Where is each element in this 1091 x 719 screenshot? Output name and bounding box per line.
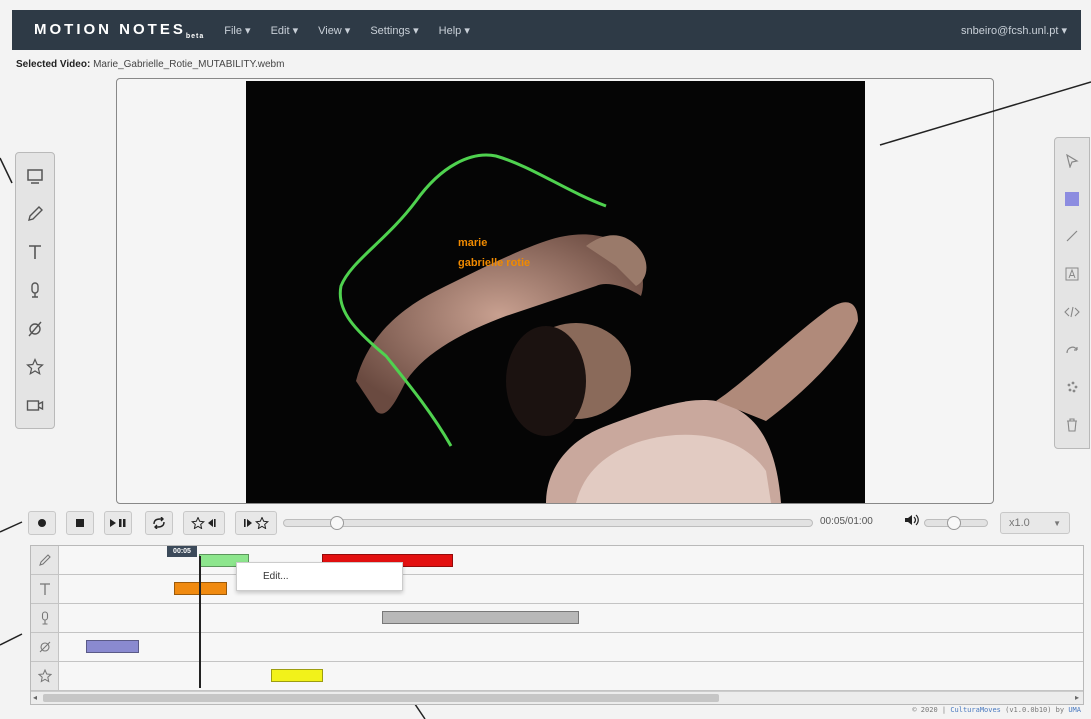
menu-file[interactable]: File ▾	[224, 24, 250, 37]
track-row-audio	[31, 604, 1083, 633]
star-track-icon	[31, 662, 59, 690]
fill-color-icon[interactable]	[1058, 185, 1086, 213]
footer: © 2020 | CulturaMoves (v1.0.0b10) by UMA	[912, 706, 1081, 714]
next-bookmark-button[interactable]	[235, 511, 277, 535]
chevron-down-icon: ▼	[1053, 518, 1061, 528]
volume-icon[interactable]	[904, 514, 920, 529]
rectangle-icon[interactable]	[20, 161, 50, 191]
cursor-icon[interactable]	[1058, 147, 1086, 175]
volume-slider[interactable]	[924, 516, 988, 530]
loop-button[interactable]	[145, 511, 173, 535]
trash-icon[interactable]	[1058, 411, 1086, 439]
timeline: 00:05 ◂ ▸	[30, 545, 1084, 705]
play-pause-button[interactable]	[104, 511, 132, 535]
time-display: 00:05/01:00	[820, 516, 873, 527]
line-icon[interactable]	[1058, 222, 1086, 250]
menu-view[interactable]: View ▾	[318, 24, 350, 37]
audio-clip[interactable]	[382, 611, 579, 624]
video-annotation-text-2[interactable]: gabrielle rotie	[458, 257, 530, 269]
text-box-icon[interactable]	[1058, 260, 1086, 288]
top-navbar: MOTION NOTESbeta File ▾ Edit ▾ View ▾ Se…	[12, 10, 1081, 50]
path-icon[interactable]	[20, 314, 50, 344]
code-icon[interactable]	[1058, 298, 1086, 326]
video-player[interactable]: marie gabrielle rotie	[246, 81, 865, 503]
text-track-icon	[31, 575, 59, 603]
scroll-right-icon[interactable]: ▸	[1075, 693, 1079, 702]
selected-video-filename: Marie_Gabrielle_Rotie_MUTABILITY.webm	[93, 59, 285, 70]
track-row-path	[31, 633, 1083, 662]
redo-icon[interactable]	[1058, 336, 1086, 364]
menu-help[interactable]: Help ▾	[439, 24, 470, 37]
star-clip[interactable]	[271, 669, 323, 682]
playback-speed-select[interactable]: x1.0 ▼	[1000, 512, 1070, 534]
playback-bar: 00:05/01:00 x1.0 ▼	[28, 511, 1078, 535]
right-toolbar	[1054, 137, 1090, 449]
record-button[interactable]	[28, 511, 56, 535]
star-icon[interactable]	[20, 352, 50, 382]
dancer-hair	[506, 326, 586, 436]
seek-slider-thumb[interactable]	[330, 516, 344, 530]
timeline-scrollbar-thumb[interactable]	[43, 694, 719, 702]
user-menu[interactable]: snbeiro@fcsh.unl.pt ▾	[961, 24, 1067, 37]
context-menu-edit[interactable]: Edit...	[263, 571, 289, 582]
left-toolbar	[15, 152, 55, 429]
selected-video-info: Selected Video: Marie_Gabrielle_Rotie_MU…	[16, 59, 284, 70]
menu-edit[interactable]: Edit ▾	[271, 24, 299, 37]
text-icon[interactable]	[20, 237, 50, 267]
mic-icon[interactable]	[20, 275, 50, 305]
scroll-left-icon[interactable]: ◂	[33, 693, 37, 702]
context-menu: Edit...	[236, 562, 403, 591]
playback-speed-value: x1.0	[1009, 517, 1030, 529]
palette-icon[interactable]	[1058, 373, 1086, 401]
camera-icon[interactable]	[20, 390, 50, 420]
timeline-scrollbar[interactable]: ◂ ▸	[31, 691, 1083, 704]
dancer-right-arm	[716, 302, 858, 421]
video-annotation-text-1[interactable]: marie	[458, 237, 487, 249]
footer-author[interactable]: UMA	[1068, 706, 1081, 714]
path-clip[interactable]	[86, 640, 139, 653]
footer-copyright: © 2020 |	[912, 706, 947, 714]
stop-button[interactable]	[66, 511, 94, 535]
main-menu: File ▾ Edit ▾ View ▾ Settings ▾ Help ▾	[224, 24, 470, 37]
track-row-star	[31, 662, 1083, 691]
track-row-text	[31, 575, 1083, 604]
seek-slider[interactable]	[283, 516, 813, 530]
app-brand[interactable]: MOTION NOTESbeta	[34, 21, 204, 40]
audio-track-icon	[31, 604, 59, 632]
playhead-time-label: 00:05	[167, 546, 197, 557]
footer-link[interactable]: CulturaMoves	[950, 706, 1001, 714]
volume-slider-thumb[interactable]	[946, 516, 961, 530]
selected-video-label: Selected Video:	[16, 59, 91, 70]
menu-settings[interactable]: Settings ▾	[370, 24, 418, 37]
path-track-icon	[31, 633, 59, 661]
footer-version: (v1.0.0b10) by	[1005, 706, 1065, 714]
previous-bookmark-button[interactable]	[183, 511, 225, 535]
pen-icon[interactable]	[20, 199, 50, 229]
playhead[interactable]	[199, 556, 201, 688]
video-content	[338, 153, 858, 503]
pen-track-icon	[31, 546, 59, 574]
